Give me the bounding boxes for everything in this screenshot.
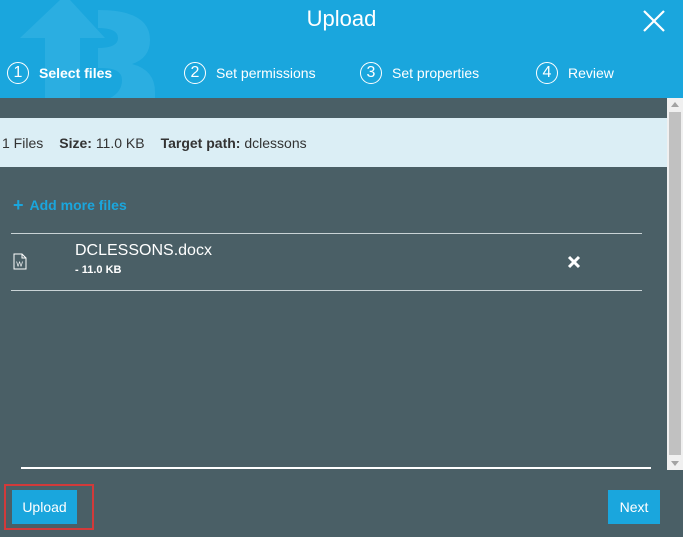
close-icon[interactable] — [641, 8, 667, 34]
path-label: Target path: — [160, 134, 241, 151]
file-count: 1 Files — [2, 134, 44, 151]
plus-icon: + — [13, 195, 24, 215]
word-document-icon: W — [13, 253, 27, 270]
size-value: 11.0 KB — [95, 134, 145, 151]
vertical-scrollbar[interactable] — [667, 98, 683, 470]
step-set-properties[interactable]: 3 Set properties — [360, 60, 479, 86]
step-number: 4 — [536, 62, 558, 84]
add-more-label: Add more files — [29, 197, 127, 213]
path-value: dclessons — [244, 134, 307, 151]
step-review[interactable]: 4 Review — [536, 60, 614, 86]
step-label: Review — [568, 65, 614, 81]
dialog-title: Upload — [306, 6, 377, 31]
step-number: 1 — [7, 62, 29, 84]
next-button[interactable]: Next — [608, 490, 660, 524]
upload-button[interactable]: Upload — [12, 490, 77, 524]
file-size: - 11.0 KB — [75, 264, 122, 276]
add-more-files-link[interactable]: + Add more files — [13, 196, 127, 214]
scroll-down-icon[interactable] — [671, 461, 679, 466]
upload-summary-bar: 1 Files Size: 11.0 KB Target path: dcles… — [0, 118, 667, 167]
target-path: Target path: dclessons — [161, 135, 307, 151]
dialog-header: Upload 1 Select files 2 Set permissions … — [0, 0, 683, 98]
file-name: DCLESSONS.docx — [75, 242, 212, 259]
step-label: Set permissions — [216, 65, 316, 81]
step-number: 3 — [360, 62, 382, 84]
step-number: 2 — [184, 62, 206, 84]
scrollbar-thumb[interactable] — [669, 112, 681, 455]
remove-file-icon[interactable] — [566, 254, 582, 270]
total-size: Size: 11.0 KB — [59, 135, 144, 151]
divider — [11, 233, 642, 234]
step-label: Select files — [39, 65, 113, 81]
scroll-up-icon[interactable] — [671, 102, 679, 107]
size-label: Size: — [59, 134, 92, 151]
footer-divider — [21, 467, 651, 469]
divider — [11, 290, 642, 291]
step-label: Set properties — [392, 65, 480, 81]
svg-text:W: W — [16, 262, 23, 269]
step-select-files[interactable]: 1 Select files — [7, 60, 112, 86]
step-set-permissions[interactable]: 2 Set permissions — [184, 60, 316, 86]
